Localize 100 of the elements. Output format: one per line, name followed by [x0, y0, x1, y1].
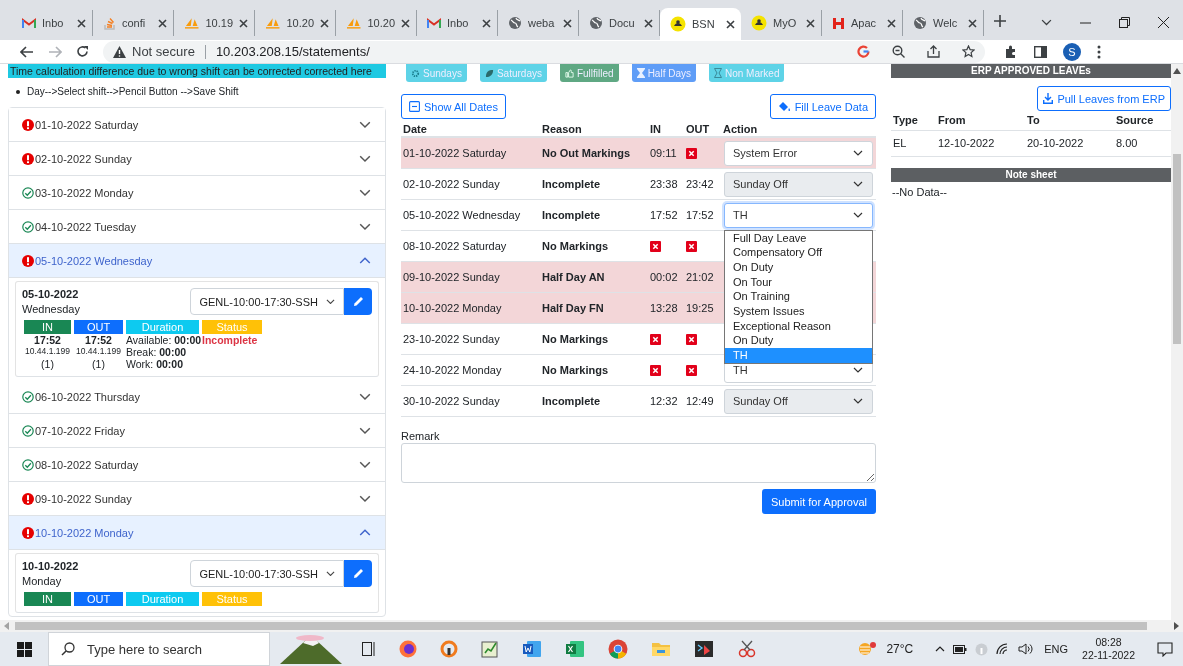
horizontal-scrollbar[interactable] [15, 622, 1147, 630]
arrow-up-icon[interactable] [1173, 68, 1181, 74]
gear-icon [411, 68, 420, 78]
close-icon[interactable] [401, 18, 410, 28]
security-label[interactable]: Not secure [132, 44, 195, 59]
notification-icon[interactable] [1157, 641, 1173, 657]
close-icon[interactable] [77, 18, 86, 28]
zoom-icon[interactable] [892, 45, 905, 58]
dropdown-option[interactable]: Compensatory Off [725, 245, 872, 260]
search-icon [61, 642, 75, 656]
language-indicator[interactable]: ENG [1044, 643, 1069, 655]
profile-avatar[interactable]: S [1063, 42, 1081, 61]
shift-select[interactable]: GENL-10:00-17:30-SSH [190, 560, 344, 587]
dropdown-option[interactable]: On Duty [725, 259, 872, 275]
close-icon[interactable] [887, 18, 896, 28]
browser-tab[interactable]: Apac [822, 10, 903, 36]
chevron-up-icon[interactable] [935, 646, 946, 652]
restore-icon[interactable] [1119, 17, 1130, 28]
dropdown-option[interactable]: On Tour [725, 274, 872, 290]
browser-tab[interactable]: Inbo [417, 10, 498, 36]
bullet-icon [16, 89, 20, 94]
url-text[interactable]: 10.203.208.15/statements/ [215, 44, 370, 59]
terminal-app-icon[interactable] [694, 640, 714, 658]
browser-tab[interactable]: 10.19 [174, 10, 255, 36]
speaker-icon[interactable] [1018, 643, 1034, 655]
shift-select[interactable]: GENL-10:00-17:30-SSH [190, 288, 344, 315]
close-icon[interactable] [1158, 17, 1169, 28]
close-icon[interactable] [644, 18, 653, 28]
action-select[interactable]: System Error [724, 140, 873, 166]
check-icon [22, 458, 34, 471]
reload-icon[interactable] [76, 45, 89, 58]
chevron-down-icon[interactable] [1041, 19, 1052, 26]
submit-button[interactable]: Submit for Approval [762, 489, 876, 514]
column-label: Duration [126, 320, 199, 334]
edit-button[interactable] [344, 288, 372, 315]
spreadsheet-app-icon[interactable] [565, 640, 585, 658]
close-icon[interactable] [968, 18, 977, 28]
browser-tab[interactable]: weba [498, 10, 579, 36]
close-icon[interactable] [806, 18, 815, 28]
document-app-icon[interactable] [522, 640, 542, 658]
dropdown-option[interactable]: Full Day Leave [725, 230, 872, 246]
fill-leave-button[interactable]: Fill Leave Data [769, 94, 876, 119]
ring-app-icon[interactable] [440, 640, 458, 658]
browser-tab[interactable]: 10.20 [336, 10, 417, 36]
battery-icon[interactable] [953, 644, 968, 654]
action-select[interactable]: TH [724, 202, 873, 228]
vertical-scrollbar[interactable] [1171, 64, 1183, 620]
day-header[interactable]: 01-10-2022 Saturday [9, 108, 385, 142]
in-time: 17:52 [33, 334, 62, 346]
back-icon[interactable] [20, 45, 34, 58]
close-icon[interactable] [726, 19, 735, 29]
notepad-icon[interactable] [481, 640, 499, 658]
browser-app-icon[interactable] [608, 639, 628, 659]
column-label: IN [24, 320, 71, 334]
day-header[interactable]: 10-10-2022 Monday [9, 516, 385, 550]
dropdown-option[interactable]: On Training [725, 289, 872, 304]
star-icon[interactable] [962, 45, 975, 58]
browser-tab[interactable]: MyO [741, 10, 822, 36]
show-all-button[interactable]: Show All Dates [401, 94, 506, 119]
table-cell-text: 09:11 [649, 147, 678, 159]
browser-tab[interactable]: 10.20 [255, 10, 336, 36]
edit-button[interactable] [344, 560, 372, 587]
close-icon[interactable] [320, 18, 329, 28]
share-icon[interactable] [927, 45, 940, 58]
arrow-right-icon[interactable] [1174, 622, 1179, 630]
remark-field[interactable] [401, 443, 876, 483]
dropdown-option[interactable]: On Duty [725, 333, 872, 348]
minimize-icon[interactable] [1080, 21, 1091, 24]
folder-icon[interactable] [651, 641, 671, 657]
mountain-drawing[interactable] [278, 634, 344, 664]
browser-tab[interactable]: Welc [903, 10, 984, 36]
close-icon[interactable] [563, 18, 572, 28]
windows-icon[interactable] [16, 641, 32, 657]
table-cell-text: 12:49 [685, 395, 715, 407]
clock[interactable]: 08:28 22-11-2022 [1082, 636, 1135, 662]
close-icon[interactable] [482, 18, 491, 28]
column-header: Reason [541, 122, 583, 135]
temperature-text[interactable]: 27°C [886, 642, 914, 656]
column-header: Date [402, 122, 428, 135]
round-app-icon[interactable] [399, 640, 417, 658]
close-icon[interactable] [158, 18, 167, 28]
puzzle-icon[interactable] [1005, 45, 1018, 58]
scrollbar-thumb[interactable] [1173, 154, 1181, 344]
side-panel-icon[interactable] [1034, 45, 1047, 58]
browser-tab[interactable]: confi [93, 10, 174, 36]
menu-icon[interactable] [1097, 44, 1101, 59]
scissors-icon[interactable] [737, 640, 757, 658]
browser-tab[interactable]: BSN [660, 8, 741, 40]
dropdown-option[interactable]: System Issues [725, 303, 872, 319]
close-icon[interactable] [239, 18, 248, 28]
address-field[interactable]: Not secure 10.203.208.15/statements/ [103, 40, 985, 63]
browser-tab[interactable]: Inbo [12, 10, 93, 36]
search-field[interactable]: Type here to search [48, 632, 270, 666]
lens-icon[interactable] [857, 45, 870, 58]
plus-icon[interactable] [994, 15, 1006, 27]
dropdown-option[interactable]: Exceptional Reason [725, 318, 872, 334]
day-header[interactable]: 05-10-2022 Wednesday [9, 244, 385, 278]
pull-leaves-button[interactable]: Pull Leaves from ERP [1037, 86, 1171, 111]
task-view-icon[interactable] [362, 642, 376, 656]
weather-icon[interactable] [856, 641, 879, 657]
